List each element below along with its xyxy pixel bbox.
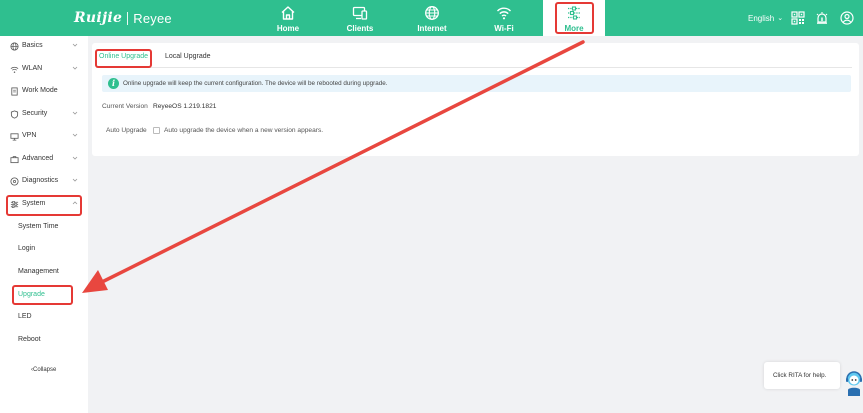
auto-upgrade-description: Auto upgrade the device when a new versi… xyxy=(164,127,324,134)
auto-upgrade-checkbox[interactable] xyxy=(153,127,160,134)
briefcase-icon xyxy=(10,156,19,164)
sidebar-sub-login[interactable]: Login xyxy=(18,245,35,252)
logo-separator xyxy=(127,11,129,25)
sidebar-item-work-mode[interactable]: Work Mode xyxy=(0,83,88,101)
nav-home[interactable]: Home xyxy=(258,3,318,35)
current-version-value: ReyeeOS 1.219.1821 xyxy=(153,103,217,110)
shield-icon xyxy=(10,110,19,119)
logo-reyee: Reyee xyxy=(133,10,172,26)
sidebar-item-label: Diagnostics xyxy=(22,177,59,184)
wifi-icon xyxy=(496,7,512,20)
info-notice: i Online upgrade will keep the current c… xyxy=(102,75,851,92)
language-selector[interactable]: English ⌄ xyxy=(748,0,783,36)
collapse-label: Collapse xyxy=(33,367,57,373)
tab-local-upgrade[interactable]: Local Upgrade xyxy=(165,53,211,60)
home-icon xyxy=(281,6,295,20)
tab-divider xyxy=(96,67,852,68)
top-header: Ruijie Reyee Home Clients Internet Wi-Fi… xyxy=(0,0,863,36)
globe-icon xyxy=(10,42,19,51)
nav-wifi-label: Wi-Fi xyxy=(494,24,514,33)
sliders-icon xyxy=(568,6,580,20)
sidebar-item-advanced[interactable]: Advanced xyxy=(0,151,88,169)
nav-more-active-bg: More xyxy=(543,0,605,36)
chevron-down-icon xyxy=(72,111,78,115)
nav-more-label: More xyxy=(564,24,584,33)
language-label: English xyxy=(748,13,775,23)
chevron-down-icon: ⌄ xyxy=(777,15,784,22)
sidebar-item-basics[interactable]: Basics xyxy=(0,38,88,56)
tab-active-indicator xyxy=(98,66,148,68)
notice-text: Online upgrade will keep the current con… xyxy=(123,80,388,87)
nav-internet[interactable]: Internet xyxy=(402,3,462,35)
sidebar-item-label: System xyxy=(22,200,46,207)
chevron-down-icon xyxy=(72,178,78,182)
sidebar-item-label: VPN xyxy=(22,132,37,139)
sidebar-item-label: Advanced xyxy=(22,155,54,162)
rita-help-text: Click RITA for help. xyxy=(773,372,827,379)
nav-wifi[interactable]: Wi-Fi xyxy=(474,3,534,35)
rita-assistant-icon[interactable] xyxy=(845,370,863,396)
sidebar-item-label: Basics xyxy=(22,42,43,49)
sidebar-sub-management[interactable]: Management xyxy=(18,268,59,275)
monitor-icon xyxy=(352,6,368,20)
current-version-label: Current Version xyxy=(102,103,148,110)
sidebar-sub-upgrade[interactable]: Upgrade xyxy=(18,291,45,298)
globe-icon xyxy=(425,6,439,20)
nav-home-label: Home xyxy=(276,24,300,33)
chevron-up-icon xyxy=(72,201,78,205)
sidebar-item-label: WLAN xyxy=(22,65,43,72)
diagnostics-icon xyxy=(10,177,19,186)
alert-icon[interactable] xyxy=(815,11,829,25)
sidebar-sub-system-time[interactable]: System Time xyxy=(18,223,58,230)
sidebar-sub-led[interactable]: LED xyxy=(18,313,32,320)
sidebar-item-system[interactable]: System xyxy=(0,196,88,214)
vpn-icon xyxy=(10,133,19,141)
sliders-icon xyxy=(10,201,19,208)
auto-upgrade-label: Auto Upgrade xyxy=(106,127,147,134)
collapse-button[interactable]: ‹Collapse xyxy=(31,367,56,373)
brand-logo: Ruijie Reyee xyxy=(74,10,172,26)
sidebar-item-vpn[interactable]: VPN xyxy=(0,128,88,146)
document-icon xyxy=(11,87,18,96)
chevron-down-icon xyxy=(72,43,78,47)
qr-code-icon[interactable] xyxy=(791,11,805,25)
sidebar-item-label: Work Mode xyxy=(22,87,58,94)
nav-clients-label: Clients xyxy=(346,24,374,33)
nav-more[interactable]: More xyxy=(544,3,604,35)
sidebar-item-label: Security xyxy=(22,110,48,117)
sidebar-sub-reboot[interactable]: Reboot xyxy=(18,336,41,343)
info-icon: i xyxy=(108,78,119,89)
nav-internet-label: Internet xyxy=(417,24,447,33)
chevron-down-icon xyxy=(72,156,78,160)
sidebar-item-wlan[interactable]: WLAN xyxy=(0,61,88,79)
nav-clients[interactable]: Clients xyxy=(330,3,390,35)
wifi-icon xyxy=(10,66,19,73)
sidebar-item-security[interactable]: Security xyxy=(0,106,88,124)
tab-online-upgrade[interactable]: Online Upgrade xyxy=(99,53,148,60)
logo-ruijie: Ruijie xyxy=(74,10,123,26)
chevron-down-icon xyxy=(72,133,78,137)
chevron-down-icon xyxy=(72,66,78,70)
sidebar-item-diagnostics[interactable]: Diagnostics xyxy=(0,173,88,191)
user-icon[interactable] xyxy=(840,11,854,25)
rita-help-bubble[interactable]: Click RITA for help. xyxy=(764,362,840,389)
